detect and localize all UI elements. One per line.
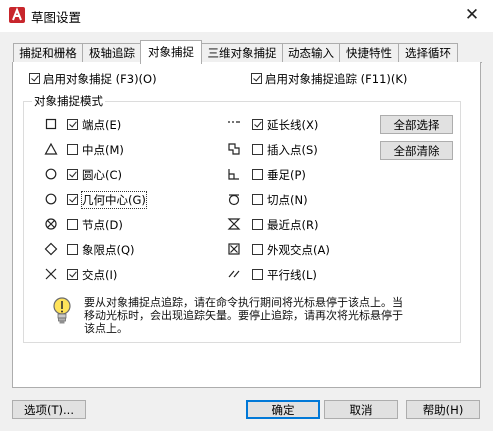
endpoint-checkbox[interactable] <box>67 119 78 130</box>
ok-button[interactable]: 确定 <box>246 400 320 419</box>
nearest-label: 最近点(R) <box>267 218 319 232</box>
geometric-center-label: 几何中心(G) <box>81 191 147 209</box>
snap-modes-group-title: 对象捕捉模式 <box>32 93 105 109</box>
window-title: 草图设置 <box>31 10 82 25</box>
perpendicular-icon <box>228 169 239 180</box>
tab-selection-cycling[interactable]: 选择循环 <box>398 43 458 63</box>
extension-icon <box>228 121 240 123</box>
tab-polar-tracking[interactable]: 极轴追踪 <box>82 43 142 63</box>
node-icon <box>45 218 57 230</box>
perpendicular-checkbox[interactable] <box>252 169 263 180</box>
midpoint-label: 中点(M) <box>82 143 124 157</box>
geometric-center-checkbox[interactable] <box>67 194 78 205</box>
tip-line-3: 该点上。 <box>84 322 128 335</box>
otrack-on-label: 启用对象捕捉追踪 (F11)(K) <box>265 72 408 86</box>
tab-dynamic-input[interactable]: 动态输入 <box>282 43 340 63</box>
midpoint-triangle-icon <box>44 142 58 155</box>
tab-quick-properties[interactable]: 快捷特性 <box>339 43 399 63</box>
quadrant-diamond-icon <box>44 242 58 256</box>
center-checkbox[interactable] <box>67 169 78 180</box>
otrack-on-checkbox[interactable] <box>251 73 262 84</box>
cancel-button[interactable]: 取消 <box>324 400 398 419</box>
insertion-label: 插入点(S) <box>267 143 318 157</box>
help-button[interactable]: 帮助(H) <box>406 400 480 419</box>
osnap-on-label: 启用对象捕捉 (F3)(O) <box>43 72 157 86</box>
endpoint-square-icon <box>45 118 57 130</box>
tracking-tip-text: 要从对象捕捉点追踪，请在命令执行期间将光标悬停于该点上。当 移动光标时，会出现追… <box>84 296 454 335</box>
tab-object-snap[interactable]: 对象捕捉 <box>140 40 202 64</box>
parallel-label: 平行线(L) <box>267 268 317 282</box>
parallel-icon <box>228 270 240 278</box>
tip-line-1: 要从对象捕捉点追踪，请在命令执行期间将光标悬停于该点上。当 <box>84 296 403 309</box>
tangent-label: 切点(N) <box>267 193 308 207</box>
osnap-on-checkbox[interactable] <box>29 73 40 84</box>
center-circle-icon <box>45 168 57 180</box>
select-all-button[interactable]: 全部选择 <box>380 115 453 134</box>
intersection-x-icon <box>45 268 57 280</box>
apparent-intersection-label: 外观交点(A) <box>267 243 330 257</box>
tab-3d-object-snap[interactable]: 三维对象捕捉 <box>201 43 283 63</box>
tip-line-2: 移动光标时，会出现追踪矢量。要停止追踪，请再次将光标悬停于 <box>84 309 403 322</box>
lightbulb-icon <box>53 297 71 324</box>
extension-checkbox[interactable] <box>252 119 263 130</box>
intersection-label: 交点(I) <box>82 268 118 282</box>
close-button[interactable]: ✕ <box>458 4 486 26</box>
perpendicular-label: 垂足(P) <box>267 168 306 182</box>
clear-all-button[interactable]: 全部清除 <box>380 141 453 160</box>
node-checkbox[interactable] <box>67 219 78 230</box>
options-button[interactable]: 选项(T)... <box>12 400 86 419</box>
nearest-checkbox[interactable] <box>252 219 263 230</box>
quadrant-checkbox[interactable] <box>67 244 78 255</box>
node-label: 节点(D) <box>82 218 123 232</box>
geometric-center-icon <box>45 193 57 205</box>
tangent-checkbox[interactable] <box>252 194 263 205</box>
autocad-logo-icon <box>9 7 25 23</box>
endpoint-label: 端点(E) <box>82 118 122 132</box>
midpoint-checkbox[interactable] <box>67 144 78 155</box>
insertion-icon <box>228 143 240 155</box>
insertion-checkbox[interactable] <box>252 144 263 155</box>
apparent-intersection-checkbox[interactable] <box>252 244 263 255</box>
extension-label: 延长线(X) <box>267 118 319 132</box>
center-label: 圆心(C) <box>82 168 123 182</box>
tangent-icon <box>228 194 240 206</box>
quadrant-label: 象限点(Q) <box>82 243 135 257</box>
intersection-checkbox[interactable] <box>67 269 78 280</box>
parallel-checkbox[interactable] <box>252 269 263 280</box>
tab-snap-grid[interactable]: 捕捉和栅格 <box>13 43 83 63</box>
apparent-intersection-icon <box>228 243 240 255</box>
nearest-icon <box>227 218 241 230</box>
